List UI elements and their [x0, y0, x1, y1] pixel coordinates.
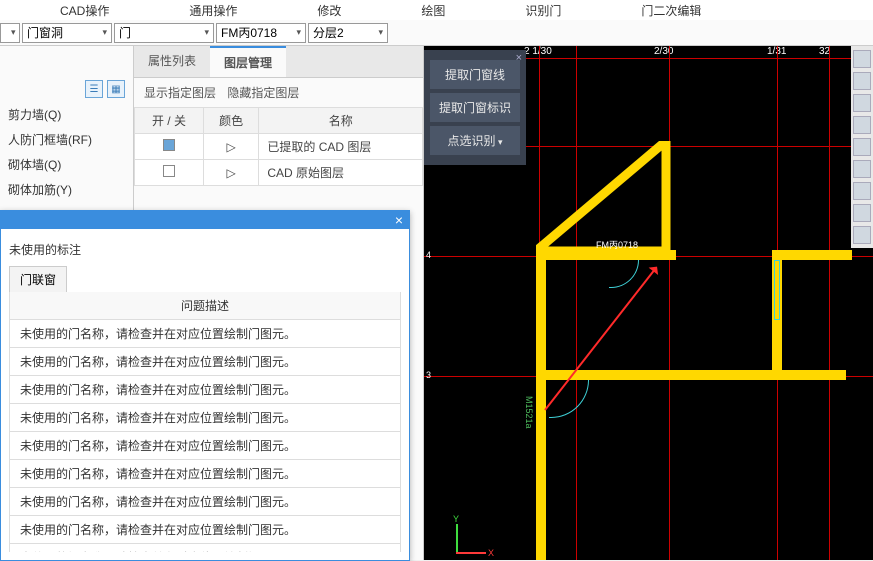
col-name: 名称 — [259, 108, 423, 134]
extract-line-btn[interactable]: 提取门窗线 — [430, 60, 520, 89]
grid-line — [576, 46, 577, 560]
tree-item[interactable]: 剪力墙(Q) — [0, 102, 133, 127]
layer-name: 已提取的 CAD 图层 — [259, 134, 423, 160]
tab-properties[interactable]: 属性列表 — [134, 46, 210, 77]
ruler-mark: 2/30 — [654, 46, 673, 57]
problem-row[interactable]: 未使用的门名称，请检查并在对应位置绘制门图元。 — [10, 376, 401, 404]
door-label-side: M1521a — [524, 396, 534, 429]
problem-row[interactable]: 未使用的门名称，请检查并在对应位置绘制门图元。 — [10, 544, 401, 553]
door-arc — [609, 260, 639, 288]
cad-view[interactable]: × 提取门窗线 提取门窗标识 点选识别 2 1/30 2/30 1/31 32 … — [424, 46, 873, 560]
ruler-mark: 2 1/30 — [524, 46, 552, 57]
dropdown-empty1[interactable] — [0, 23, 20, 43]
tool-btn[interactable] — [853, 160, 871, 178]
top-menu: CAD操作 通用操作 修改 绘图 识别门 门二次编辑 — [0, 0, 873, 20]
tool-btn[interactable] — [853, 72, 871, 90]
door-marker — [774, 260, 780, 320]
problem-table: 问题描述 未使用的门名称，请检查并在对应位置绘制门图元。 未使用的门名称，请检查… — [9, 292, 401, 552]
grid-line — [669, 46, 670, 560]
problem-row[interactable]: 未使用的门名称，请检查并在对应位置绘制门图元。 — [10, 404, 401, 432]
layer-table: 开 / 关 颜色 名称 ▷ 已提取的 CAD 图层 ▷ CAD 原始图层 — [134, 107, 423, 186]
extract-mark-btn[interactable]: 提取门窗标识 — [430, 93, 520, 122]
annotation-arrow — [544, 268, 656, 411]
tree-item[interactable]: 人防门框墙(RF) — [0, 127, 133, 152]
layer-name: CAD 原始图层 — [259, 160, 423, 186]
ruler-mark: 4 — [426, 250, 431, 260]
problem-row[interactable]: 未使用的门名称，请检查并在对应位置绘制门图元。 — [10, 432, 401, 460]
menu-cad[interactable]: CAD操作 — [60, 2, 109, 19]
tree-item[interactable]: 砌体加筋(Y) — [0, 177, 133, 202]
wall — [536, 250, 546, 560]
menu-recognize-door[interactable]: 识别门 — [525, 2, 561, 19]
tool-btn[interactable] — [853, 116, 871, 134]
layer-checkbox[interactable] — [163, 139, 175, 151]
right-toolbar — [851, 46, 873, 248]
col-onoff: 开 / 关 — [135, 108, 204, 134]
menu-door-edit[interactable]: 门二次编辑 — [641, 2, 701, 19]
problem-row[interactable]: 未使用的门名称，请检查并在对应位置绘制门图元。 — [10, 320, 401, 348]
sub-tab[interactable]: 门联窗 — [9, 266, 67, 292]
wall — [772, 250, 852, 260]
grid-icon[interactable]: ▦ — [107, 80, 125, 98]
close-icon[interactable]: × — [389, 212, 409, 228]
wall — [536, 370, 846, 380]
dropdown-category[interactable]: 门窗洞 — [22, 23, 112, 43]
tool-btn[interactable] — [853, 182, 871, 200]
dropdown-item[interactable]: FM丙0718 — [216, 23, 306, 43]
dropdown-layer[interactable]: 分层2 — [308, 23, 388, 43]
list-icon[interactable]: ☰ — [85, 80, 103, 98]
layer-color[interactable]: ▷ — [203, 134, 258, 160]
tool-btn[interactable] — [853, 226, 871, 244]
tool-btn[interactable] — [853, 94, 871, 112]
problems-panel: × 未使用的标注 门联窗 问题描述 未使用的门名称，请检查并在对应位置绘制门图元… — [0, 210, 410, 561]
ruler-mark: 3 — [426, 370, 431, 380]
menu-general[interactable]: 通用操作 — [189, 2, 237, 19]
dropdown-row: 门窗洞 门 FM丙0718 分层2 — [0, 20, 873, 46]
layer-color[interactable]: ▷ — [203, 160, 258, 186]
dropdown-type[interactable]: 门 — [114, 23, 214, 43]
problem-row[interactable]: 未使用的门名称，请检查并在对应位置绘制门图元。 — [10, 488, 401, 516]
layer-row[interactable]: ▷ CAD 原始图层 — [135, 160, 423, 186]
menu-modify[interactable]: 修改 — [317, 2, 341, 19]
point-recognize-btn[interactable]: 点选识别 — [430, 126, 520, 155]
problem-row[interactable]: 未使用的门名称，请检查并在对应位置绘制门图元。 — [10, 348, 401, 376]
layer-checkbox[interactable] — [163, 165, 175, 177]
tab-layers[interactable]: 图层管理 — [210, 46, 286, 77]
tool-btn[interactable] — [853, 50, 871, 68]
axis-x-label: X — [488, 548, 494, 558]
menu-draw[interactable]: 绘图 — [421, 2, 445, 19]
tree-item[interactable]: 砌体墙(Q) — [0, 152, 133, 177]
show-layer-btn[interactable]: 显示指定图层 — [144, 86, 216, 100]
hide-layer-btn[interactable]: 隐藏指定图层 — [227, 86, 299, 100]
axis-y-label: Y — [453, 514, 459, 524]
door-arc — [549, 380, 589, 418]
layer-row[interactable]: ▷ 已提取的 CAD 图层 — [135, 134, 423, 160]
panel-title: 未使用的标注 — [9, 237, 401, 266]
grid-line — [829, 46, 830, 560]
tool-btn[interactable] — [853, 138, 871, 156]
close-icon[interactable]: × — [516, 52, 522, 64]
tool-btn[interactable] — [853, 204, 871, 222]
col-color: 颜色 — [203, 108, 258, 134]
problem-row[interactable]: 未使用的门名称，请检查并在对应位置绘制门图元。 — [10, 516, 401, 544]
problem-row[interactable]: 未使用的门名称，请检查并在对应位置绘制门图元。 — [10, 460, 401, 488]
problem-header: 问题描述 — [10, 292, 401, 320]
door-label: FM丙0718 — [596, 238, 638, 251]
recognition-panel: × 提取门窗线 提取门窗标识 点选识别 — [424, 50, 526, 165]
